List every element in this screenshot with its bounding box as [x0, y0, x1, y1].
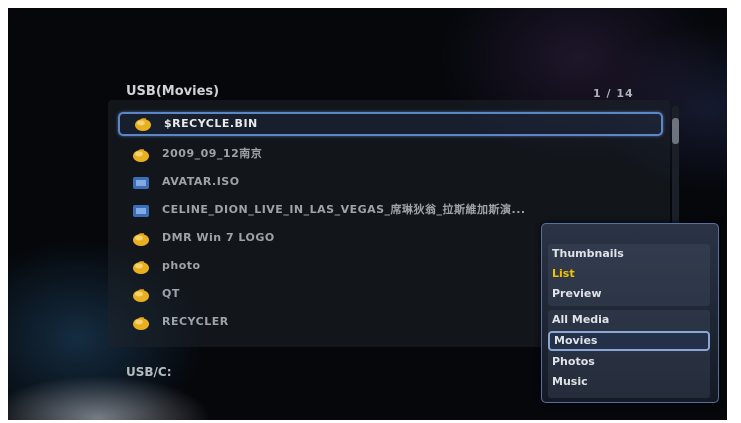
menu-item-list[interactable]: List [548, 264, 710, 284]
folder-icon [132, 230, 150, 246]
menu-item-preview[interactable]: Preview [548, 284, 710, 304]
page-counter: 1 / 14 [593, 87, 634, 100]
file-name: QT [162, 287, 180, 300]
menu-item-all-media[interactable]: All Media [548, 310, 710, 330]
view-mode-group: Thumbnails List Preview [548, 244, 710, 306]
iso-file-icon [132, 202, 150, 218]
menu-item-movies[interactable]: Movies [548, 331, 710, 351]
file-list-item[interactable]: CELINE_DION_LIVE_IN_LAS_VEGAS_席琳狄翁_拉斯維加斯… [118, 196, 663, 224]
folder-icon [132, 314, 150, 330]
media-filter-group: All Media Movies Photos Music [548, 310, 710, 398]
menu-item-thumbnails[interactable]: Thumbnails [548, 244, 710, 264]
file-name: CELINE_DION_LIVE_IN_LAS_VEGAS_席琳狄翁_拉斯維加斯… [162, 203, 526, 216]
file-list-item[interactable]: AVATAR.ISO [118, 168, 663, 196]
folder-icon [134, 116, 152, 132]
menu-item-photos[interactable]: Photos [548, 352, 710, 372]
file-name: $RECYCLE.BIN [164, 117, 258, 130]
file-name: photo [162, 259, 201, 272]
file-name: RECYCLER [162, 315, 229, 328]
file-name: AVATAR.ISO [162, 175, 240, 188]
page-title: USB(Movies) [126, 84, 220, 99]
file-name: 2009_09_12南京 [162, 147, 263, 160]
iso-file-icon [132, 174, 150, 190]
scrollbar-thumb[interactable] [672, 118, 679, 144]
file-list-item[interactable]: $RECYCLE.BIN [118, 112, 663, 136]
menu-item-music[interactable]: Music [548, 372, 710, 392]
view-options-menu: Thumbnails List Preview All Media Movies… [541, 223, 719, 403]
file-name: DMR Win 7 LOGO [162, 231, 275, 244]
file-list-item[interactable]: 2009_09_12南京 [118, 140, 663, 168]
folder-icon [132, 286, 150, 302]
media-player-screen: USB(Movies) 1 / 14 $RECYCLE.BIN 2009_09_… [8, 8, 727, 420]
folder-icon [132, 146, 150, 162]
folder-icon [132, 258, 150, 274]
current-path: USB/C: [126, 365, 172, 379]
